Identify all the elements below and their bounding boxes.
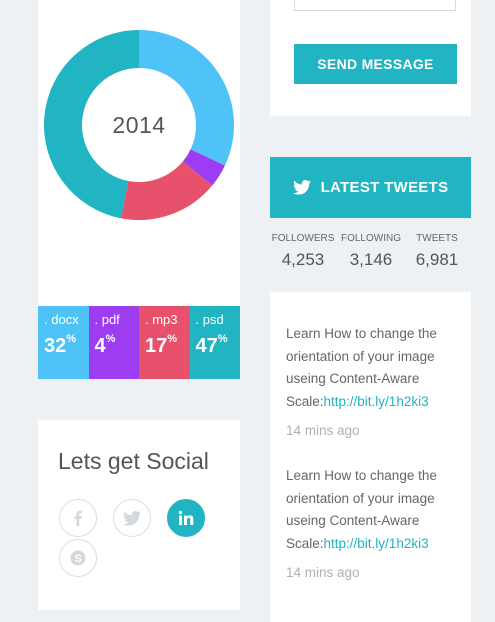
facebook-icon bbox=[74, 510, 82, 526]
chart-year-label: 2014 bbox=[112, 112, 166, 138]
twitter-button[interactable] bbox=[113, 499, 151, 537]
stat-unit: % bbox=[217, 333, 228, 345]
tweet-item: Learn How to change the orientation of y… bbox=[286, 465, 461, 555]
latest-tweets-title: LATEST TWEETS bbox=[320, 179, 449, 196]
send-message-button[interactable]: SEND MESSAGE bbox=[294, 44, 457, 84]
tweets-stat: TWEETS 6,981 bbox=[406, 233, 468, 270]
followers-count: 4,253 bbox=[281, 250, 325, 269]
message-textarea[interactable] bbox=[294, 0, 456, 11]
stat-value: 17% bbox=[145, 333, 178, 358]
twitter-icon bbox=[292, 180, 311, 195]
chart-panel: 2014 bbox=[38, 0, 240, 306]
tweet-link[interactable]: http://bit.ly/1h2ki3 bbox=[324, 394, 429, 409]
skype-button[interactable]: S bbox=[59, 539, 97, 577]
latest-tweets-header: LATEST TWEETS bbox=[270, 157, 471, 218]
facebook-button[interactable] bbox=[59, 499, 97, 537]
social-title: Lets get Social bbox=[58, 448, 209, 474]
tweet-link[interactable]: http://bit.ly/1h2ki3 bbox=[324, 536, 429, 551]
file-type-stats: . docx 32% . pdf 4% . mp3 17% . psd 47% bbox=[38, 306, 240, 379]
stat-label: . psd bbox=[195, 312, 224, 327]
contact-form-panel: SEND MESSAGE bbox=[270, 0, 471, 116]
donut-chart bbox=[43, 30, 234, 220]
stat-pdf: . pdf 4% bbox=[88, 306, 139, 379]
tweets-count: 6,981 bbox=[415, 250, 459, 269]
stat-label: . docx bbox=[44, 312, 79, 327]
following-label: FOLLOWING bbox=[340, 233, 401, 244]
tweet-item: Learn How to change the orientation of y… bbox=[286, 323, 461, 413]
following-count: 3,146 bbox=[349, 250, 393, 269]
tweet-time: 14 mins ago bbox=[286, 565, 360, 580]
linkedin-button[interactable] bbox=[167, 499, 205, 537]
following-stat: FOLLOWING 3,146 bbox=[337, 233, 405, 270]
social-panel: Lets get Social S bbox=[38, 420, 240, 610]
stat-mp3: . mp3 17% bbox=[139, 306, 190, 379]
tweets-label: TWEETS bbox=[416, 233, 458, 244]
stat-number: 32 bbox=[44, 335, 67, 357]
stat-value: 4% bbox=[94, 333, 116, 358]
followers-label: FOLLOWERS bbox=[271, 233, 335, 244]
donut-segment-docx bbox=[139, 30, 234, 166]
stat-label: . pdf bbox=[94, 312, 120, 327]
tweets-list: Learn How to change the orientation of y… bbox=[270, 292, 471, 622]
twitter-icon bbox=[123, 510, 141, 526]
stat-docx: . docx 32% bbox=[38, 306, 89, 379]
followers-stat: FOLLOWERS 4,253 bbox=[270, 233, 336, 270]
stat-number: 4 bbox=[94, 335, 106, 357]
stat-number: 17 bbox=[145, 335, 168, 357]
linkedin-icon bbox=[178, 510, 194, 525]
skype-icon: S bbox=[70, 550, 86, 566]
stat-unit: % bbox=[167, 333, 178, 345]
svg-text:S: S bbox=[74, 553, 81, 565]
stat-number: 47 bbox=[195, 335, 218, 357]
stat-label: . mp3 bbox=[145, 312, 178, 327]
stat-psd: . psd 47% bbox=[189, 306, 240, 379]
stat-unit: % bbox=[66, 333, 77, 345]
stat-value: 47% bbox=[195, 333, 228, 358]
stat-unit: % bbox=[105, 333, 116, 345]
stat-value: 32% bbox=[44, 333, 77, 358]
tweet-time: 14 mins ago bbox=[286, 423, 360, 438]
